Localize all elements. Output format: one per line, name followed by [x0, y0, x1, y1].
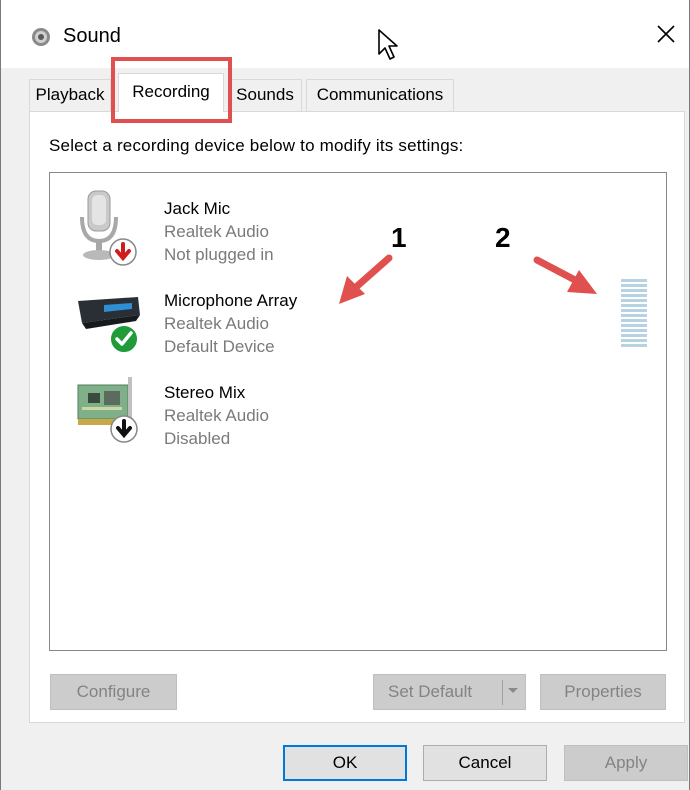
- tab-communications[interactable]: Communications: [306, 79, 454, 111]
- device-name: Microphone Array: [164, 291, 298, 310]
- mouse-cursor-icon: [378, 29, 398, 60]
- button-label: Apply: [604, 753, 648, 772]
- instruction-text: Select a recording device below to modif…: [49, 136, 464, 155]
- split-separator: [502, 680, 503, 705]
- tab-playback[interactable]: Playback: [29, 79, 111, 111]
- cancel-button[interactable]: Cancel: [423, 745, 547, 781]
- apply-button[interactable]: Apply: [564, 745, 688, 781]
- annotation-arrow-2-icon: [533, 256, 597, 294]
- ok-button[interactable]: OK: [283, 745, 407, 781]
- button-label: Configure: [76, 682, 151, 701]
- annotation-label-1: 1: [391, 222, 407, 253]
- title-bar: Sound: [1, 0, 689, 68]
- button-label: OK: [332, 753, 358, 772]
- device-name: Jack Mic: [164, 199, 231, 218]
- device-driver: Realtek Audio: [164, 314, 269, 333]
- annotation-label-2: 2: [495, 222, 511, 253]
- set-default-button[interactable]: Set Default: [373, 674, 526, 710]
- close-button[interactable]: [643, 10, 689, 58]
- device-name: Stereo Mix: [164, 383, 246, 402]
- close-icon: [657, 25, 675, 43]
- level-meter: [621, 279, 647, 349]
- recording-device-list[interactable]: Jack Mic Realtek Audio Not plugged in Mi…: [49, 172, 667, 651]
- button-label: Properties: [564, 682, 642, 701]
- tab-label: Sounds: [236, 85, 294, 104]
- device-item-stereo-mix[interactable]: Stereo Mix Realtek Audio Disabled: [50, 365, 666, 453]
- tab-label: Communications: [316, 85, 444, 104]
- tab-label: Recording: [132, 82, 210, 101]
- device-driver: Realtek Audio: [164, 406, 269, 425]
- device-status: Not plugged in: [164, 245, 274, 264]
- button-label: Set Default: [388, 682, 473, 701]
- device-status: Default Device: [164, 337, 275, 356]
- sound-dialog: Sound Playback Recording Sounds Communic…: [0, 0, 690, 790]
- annotation-arrow-1-icon: [339, 254, 393, 304]
- jack-mic-icon: [80, 190, 137, 266]
- properties-button[interactable]: Properties: [540, 674, 666, 710]
- device-status: Disabled: [164, 429, 231, 448]
- device-driver: Realtek Audio: [164, 222, 269, 241]
- button-label: Cancel: [458, 753, 512, 772]
- window-title: Sound: [63, 25, 121, 47]
- tab-recording[interactable]: Recording: [118, 73, 224, 112]
- microphone-array-icon: [78, 297, 140, 354]
- sound-card-icon: [77, 377, 138, 443]
- tab-sounds[interactable]: Sounds: [228, 79, 302, 111]
- speaker-icon: [32, 28, 50, 46]
- chevron-down-icon[interactable]: [507, 687, 519, 695]
- tab-label: Playback: [35, 85, 105, 104]
- configure-button[interactable]: Configure: [50, 674, 177, 710]
